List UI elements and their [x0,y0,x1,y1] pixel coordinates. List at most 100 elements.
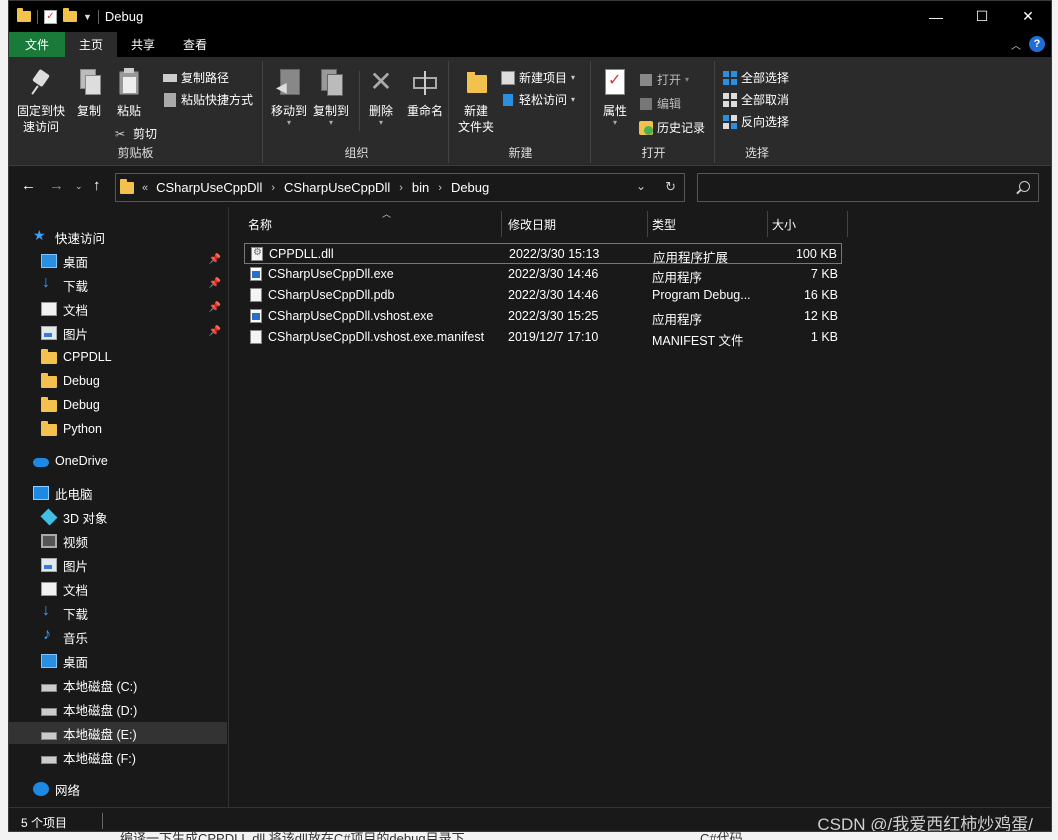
properties-button[interactable]: ✓ 属性 ▾ [597,67,633,127]
nav-item-downloads[interactable]: 下载 📌 [9,274,227,296]
pin-icon[interactable]: 📌 [209,326,221,337]
nav-item-3d-objects[interactable]: 3D 对象 [9,506,227,528]
collapse-ribbon-chevron-icon[interactable]: ︿ [1011,37,1021,52]
file-row[interactable]: CPPDLL.dll 2022/3/30 15:13 应用程序扩展 100 KB [244,243,842,265]
rename-button[interactable]: 重命名 [405,67,445,119]
breadcrumb-overflow[interactable]: « [142,182,148,194]
nav-this-pc[interactable]: 此电脑 [9,482,227,504]
new-folder-quick-icon[interactable] [63,8,77,22]
folder-icon [41,349,57,364]
nav-item-cppdll[interactable]: CPPDLL [9,346,227,368]
close-button[interactable]: ✕ [1005,1,1051,32]
pin-icon[interactable]: 📌 [209,302,221,313]
help-icon[interactable]: ? [1029,36,1045,52]
paste-button[interactable]: 粘贴 [111,67,147,119]
tab-share[interactable]: 共享 [117,32,169,57]
pin-icon[interactable]: 📌 [209,278,221,289]
pin-quick-access-button[interactable]: 固定到快 速访问 [15,67,67,135]
tab-view[interactable]: 查看 [169,32,221,57]
customize-toolbar-dropdown-icon[interactable]: ▼ [83,12,92,22]
file-date: 2022/3/30 14:46 [508,267,599,281]
nav-item-desktop[interactable]: 桌面 📌 [9,250,227,272]
copy-button[interactable]: 复制 [71,67,107,119]
paste-label: 粘贴 [116,104,141,118]
tab-home[interactable]: 主页 [65,32,118,57]
nav-item-music[interactable]: 音乐 [9,626,227,648]
history-button[interactable]: 历史记录 [639,119,705,136]
nav-item-desktop[interactable]: 桌面 [9,650,227,672]
nav-item-documents[interactable]: 文档 [9,578,227,600]
select-none-label: 全部取消 [741,93,790,107]
nav-item-drive-d[interactable]: 本地磁盘 (D:) [9,698,227,720]
download-icon [41,274,57,292]
address-bar[interactable]: « CSharpUseCppDll › CSharpUseCppDll › bi… [115,173,685,202]
column-header-date[interactable]: 修改日期 [504,211,648,237]
file-row[interactable]: CSharpUseCppDll.exe 2022/3/30 14:46 应用程序… [244,264,842,285]
delete-button[interactable]: ✕ 删除 ▾ [365,67,397,127]
pin-icon[interactable]: 📌 [209,254,221,265]
status-bar: 5 个项目 CSDN @/我爱西红柿炒鸡蛋/ [9,807,1051,831]
nav-item-python[interactable]: Python [9,418,227,440]
nav-label: 桌面 [63,255,89,270]
paste-shortcut-button[interactable]: 粘贴快捷方式 [163,91,253,108]
file-type: Program Debug... [652,288,751,302]
ribbon-divider [359,71,360,131]
easy-access-button[interactable]: 轻松访问 ▾ [501,91,575,108]
edit-icon [639,97,653,111]
tab-file[interactable]: 文件 [9,32,66,57]
up-arrow-icon[interactable]: ↑ [93,177,101,194]
nav-item-drive-e[interactable]: 本地磁盘 (E:) [9,722,227,744]
paste-shortcut-icon [163,92,177,107]
file-type: 应用程序 [652,271,703,285]
breadcrumb-item[interactable]: bin [412,180,429,195]
nav-item-debug[interactable]: Debug [9,370,227,392]
navigation-pane: 快速访问 桌面 📌 下载 📌 文档 📌 图片 📌 CPPDLL De [9,207,229,807]
nav-item-debug[interactable]: Debug [9,394,227,416]
column-header-name[interactable]: ︿ 名称 [244,209,502,237]
nav-onedrive[interactable]: OneDrive [9,450,227,472]
nav-network[interactable]: 网络 [9,778,227,800]
copy-path-button[interactable]: 复制路径 [163,69,229,86]
open-button[interactable]: 打开 ▾ [639,71,689,88]
new-folder-button[interactable]: 新建 文件夹 [455,67,497,135]
nav-item-pictures[interactable]: 图片 [9,554,227,576]
nav-quick-access[interactable]: 快速访问 [9,226,227,248]
ribbon-tabs: 文件 主页 共享 查看 ︿ ? [9,32,1051,57]
edit-button[interactable]: 编辑 [639,95,681,112]
file-row[interactable]: CSharpUseCppDll.vshost.exe.manifest 2019… [244,327,842,348]
file-row[interactable]: CSharpUseCppDll.pdb 2022/3/30 14:46 Prog… [244,285,842,306]
nav-item-downloads[interactable]: 下载 [9,602,227,624]
search-input[interactable] [697,173,1039,202]
forward-arrow-icon[interactable]: → [49,177,64,194]
address-history-chevron-icon[interactable]: ⌄ [636,179,646,193]
cut-button[interactable]: ✂ 剪切 [115,125,157,142]
maximize-button[interactable]: ☐ [959,1,1005,32]
nav-item-drive-f[interactable]: 本地磁盘 (F:) [9,746,227,768]
nav-item-drive-c[interactable]: 本地磁盘 (C:) [9,674,227,696]
nav-item-videos[interactable]: 视频 [9,530,227,552]
nav-item-documents[interactable]: 文档 📌 [9,298,227,320]
nav-item-pictures[interactable]: 图片 📌 [9,322,227,344]
column-header-size[interactable]: 大小 [768,211,848,237]
copy-to-button[interactable]: 复制到 ▾ [311,67,351,127]
clipboard-group: 固定到快 速访问 复制 粘贴 复制路径 粘贴快捷方式 ✂ 剪切 剪贴板 [9,61,263,163]
column-header-type[interactable]: 类型 [648,211,768,237]
breadcrumb-chevron-icon[interactable]: › [438,182,442,194]
breadcrumb-item[interactable]: Debug [451,180,489,195]
minimize-button[interactable]: — [913,1,959,32]
recent-locations-chevron-icon[interactable]: ⌄ [75,181,83,192]
refresh-icon[interactable]: ↻ [665,179,676,195]
back-arrow-icon[interactable]: ← [21,177,36,194]
file-row[interactable]: CSharpUseCppDll.vshost.exe 2022/3/30 15:… [244,306,842,327]
breadcrumb-item[interactable]: CSharpUseCppDll [284,180,390,195]
breadcrumb-chevron-icon[interactable]: › [399,182,403,194]
breadcrumb-item[interactable]: CSharpUseCppDll [156,180,262,195]
breadcrumb-chevron-icon[interactable]: › [271,182,275,194]
properties-quick-icon[interactable]: ✓ [44,9,57,24]
select-none-button[interactable]: 全部取消 [723,91,789,108]
invert-selection-button[interactable]: 反向选择 [723,113,789,130]
search-icon[interactable] [1019,181,1030,192]
move-to-button[interactable]: ◀ 移动到 ▾ [269,67,309,127]
select-all-button[interactable]: 全部选择 [723,69,789,86]
new-item-button[interactable]: 新建项目 ▾ [501,69,575,86]
